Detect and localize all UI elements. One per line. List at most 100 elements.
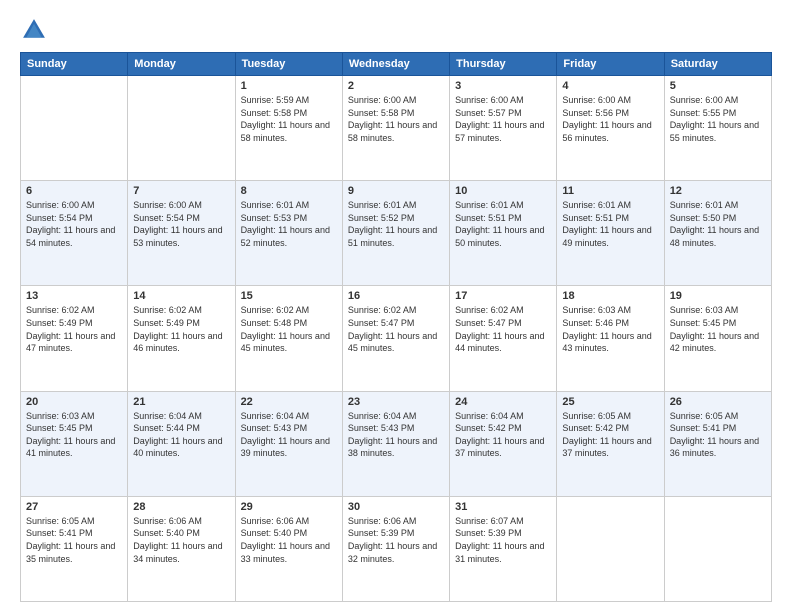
day-number: 20 <box>26 396 122 408</box>
day-number: 17 <box>455 290 551 302</box>
day-number: 19 <box>670 290 766 302</box>
cell-info: Sunrise: 6:04 AM Sunset: 5:43 PM Dayligh… <box>348 410 444 460</box>
calendar-cell: 12Sunrise: 6:01 AM Sunset: 5:50 PM Dayli… <box>664 181 771 286</box>
day-number: 11 <box>562 185 658 197</box>
calendar-cell <box>557 496 664 601</box>
cell-info: Sunrise: 6:02 AM Sunset: 5:48 PM Dayligh… <box>241 304 337 354</box>
calendar-week-4: 27 Sunrise: 6:05 AM Sunset: 5:41 PM Dayli… <box>21 496 772 601</box>
calendar-cell <box>664 496 771 601</box>
cell-info: Sunrise: 5:59 AM Sunset: 5:58 PM Dayligh… <box>241 94 337 144</box>
day-number: 8 <box>241 185 337 197</box>
calendar-cell: 29 Sunrise: 6:06 AM Sunset: 5:40 PM Dayli… <box>235 496 342 601</box>
calendar-cell: 20 Sunrise: 6:03 AM Sunset: 5:45 PM Dayli… <box>21 391 128 496</box>
calendar-cell: 28Sunrise: 6:06 AM Sunset: 5:40 PM Dayli… <box>128 496 235 601</box>
cell-info: Sunrise: 6:01 AM Sunset: 5:51 PM Dayligh… <box>455 199 551 249</box>
day-number: 1 <box>241 80 337 92</box>
day-number: 10 <box>455 185 551 197</box>
day-number: 9 <box>348 185 444 197</box>
calendar-header-row: SundayMondayTuesdayWednesdayThursdayFrid… <box>21 53 772 76</box>
day-number: 24 <box>455 396 551 408</box>
calendar-cell: 15 Sunrise: 6:02 AM Sunset: 5:48 PM Dayli… <box>235 286 342 391</box>
calendar-cell: 25Sunrise: 6:05 AM Sunset: 5:42 PM Dayli… <box>557 391 664 496</box>
day-header-thursday: Thursday <box>450 53 557 76</box>
day-number: 4 <box>562 80 658 92</box>
day-header-sunday: Sunday <box>21 53 128 76</box>
calendar-cell: 21Sunrise: 6:04 AM Sunset: 5:44 PM Dayli… <box>128 391 235 496</box>
day-number: 15 <box>241 290 337 302</box>
day-number: 5 <box>670 80 766 92</box>
calendar-week-3: 20 Sunrise: 6:03 AM Sunset: 5:45 PM Dayli… <box>21 391 772 496</box>
calendar-cell: 31 Sunrise: 6:07 AM Sunset: 5:39 PM Dayli… <box>450 496 557 601</box>
calendar-cell: 3 Sunrise: 6:00 AM Sunset: 5:57 PM Daylig… <box>450 76 557 181</box>
calendar-cell: 23 Sunrise: 6:04 AM Sunset: 5:43 PM Dayli… <box>342 391 449 496</box>
calendar-cell: 22 Sunrise: 6:04 AM Sunset: 5:43 PM Dayli… <box>235 391 342 496</box>
calendar-cell: 18 Sunrise: 6:03 AM Sunset: 5:46 PM Dayli… <box>557 286 664 391</box>
calendar-week-0: 1 Sunrise: 5:59 AM Sunset: 5:58 PM Daylig… <box>21 76 772 181</box>
day-number: 3 <box>455 80 551 92</box>
calendar-cell: 24Sunrise: 6:04 AM Sunset: 5:42 PM Dayli… <box>450 391 557 496</box>
day-header-friday: Friday <box>557 53 664 76</box>
calendar-week-2: 13 Sunrise: 6:02 AM Sunset: 5:49 PM Dayli… <box>21 286 772 391</box>
calendar-cell: 27 Sunrise: 6:05 AM Sunset: 5:41 PM Dayli… <box>21 496 128 601</box>
cell-info: Sunrise: 6:01 AM Sunset: 5:52 PM Dayligh… <box>348 199 444 249</box>
calendar-week-1: 6 Sunrise: 6:00 AM Sunset: 5:54 PM Daylig… <box>21 181 772 286</box>
calendar-cell: 2 Sunrise: 6:00 AM Sunset: 5:58 PM Daylig… <box>342 76 449 181</box>
cell-info: Sunrise: 6:00 AM Sunset: 5:56 PM Dayligh… <box>562 94 658 144</box>
day-number: 18 <box>562 290 658 302</box>
calendar-cell: 17Sunrise: 6:02 AM Sunset: 5:47 PM Dayli… <box>450 286 557 391</box>
day-header-tuesday: Tuesday <box>235 53 342 76</box>
day-number: 25 <box>562 396 658 408</box>
calendar-cell <box>128 76 235 181</box>
day-number: 6 <box>26 185 122 197</box>
calendar-cell: 11 Sunrise: 6:01 AM Sunset: 5:51 PM Dayli… <box>557 181 664 286</box>
cell-info: Sunrise: 6:02 AM Sunset: 5:47 PM Dayligh… <box>348 304 444 354</box>
day-number: 21 <box>133 396 229 408</box>
day-number: 28 <box>133 501 229 513</box>
day-number: 23 <box>348 396 444 408</box>
cell-info: Sunrise: 6:03 AM Sunset: 5:46 PM Dayligh… <box>562 304 658 354</box>
cell-info: Sunrise: 6:00 AM Sunset: 5:58 PM Dayligh… <box>348 94 444 144</box>
day-number: 31 <box>455 501 551 513</box>
calendar-cell: 1 Sunrise: 5:59 AM Sunset: 5:58 PM Daylig… <box>235 76 342 181</box>
day-header-wednesday: Wednesday <box>342 53 449 76</box>
cell-info: Sunrise: 6:05 AM Sunset: 5:41 PM Dayligh… <box>670 410 766 460</box>
header <box>20 16 772 44</box>
calendar-cell: 5 Sunrise: 6:00 AM Sunset: 5:55 PM Daylig… <box>664 76 771 181</box>
calendar-cell: 13Sunrise: 6:02 AM Sunset: 5:49 PM Dayli… <box>21 286 128 391</box>
cell-info: Sunrise: 6:01 AM Sunset: 5:51 PM Dayligh… <box>562 199 658 249</box>
calendar-cell: 19 Sunrise: 6:03 AM Sunset: 5:45 PM Dayli… <box>664 286 771 391</box>
cell-info: Sunrise: 6:02 AM Sunset: 5:49 PM Dayligh… <box>133 304 229 354</box>
calendar-table: SundayMondayTuesdayWednesdayThursdayFrid… <box>20 52 772 602</box>
cell-info: Sunrise: 6:05 AM Sunset: 5:41 PM Dayligh… <box>26 515 122 565</box>
cell-info: Sunrise: 6:06 AM Sunset: 5:39 PM Dayligh… <box>348 515 444 565</box>
cell-info: Sunrise: 6:00 AM Sunset: 5:55 PM Dayligh… <box>670 94 766 144</box>
cell-info: Sunrise: 6:04 AM Sunset: 5:43 PM Dayligh… <box>241 410 337 460</box>
calendar-cell <box>21 76 128 181</box>
calendar-cell: 14Sunrise: 6:02 AM Sunset: 5:49 PM Dayli… <box>128 286 235 391</box>
day-header-monday: Monday <box>128 53 235 76</box>
day-number: 12 <box>670 185 766 197</box>
day-number: 27 <box>26 501 122 513</box>
day-number: 30 <box>348 501 444 513</box>
cell-info: Sunrise: 6:07 AM Sunset: 5:39 PM Dayligh… <box>455 515 551 565</box>
cell-info: Sunrise: 6:00 AM Sunset: 5:57 PM Dayligh… <box>455 94 551 144</box>
calendar-cell: 26 Sunrise: 6:05 AM Sunset: 5:41 PM Dayli… <box>664 391 771 496</box>
day-number: 2 <box>348 80 444 92</box>
cell-info: Sunrise: 6:06 AM Sunset: 5:40 PM Dayligh… <box>241 515 337 565</box>
calendar-cell: 30 Sunrise: 6:06 AM Sunset: 5:39 PM Dayli… <box>342 496 449 601</box>
day-number: 22 <box>241 396 337 408</box>
calendar-cell: 9 Sunrise: 6:01 AM Sunset: 5:52 PM Daylig… <box>342 181 449 286</box>
cell-info: Sunrise: 6:03 AM Sunset: 5:45 PM Dayligh… <box>26 410 122 460</box>
day-number: 29 <box>241 501 337 513</box>
cell-info: Sunrise: 6:01 AM Sunset: 5:53 PM Dayligh… <box>241 199 337 249</box>
cell-info: Sunrise: 6:03 AM Sunset: 5:45 PM Dayligh… <box>670 304 766 354</box>
cell-info: Sunrise: 6:00 AM Sunset: 5:54 PM Dayligh… <box>133 199 229 249</box>
day-number: 16 <box>348 290 444 302</box>
calendar-cell: 6Sunrise: 6:00 AM Sunset: 5:54 PM Daylig… <box>21 181 128 286</box>
day-number: 13 <box>26 290 122 302</box>
day-number: 26 <box>670 396 766 408</box>
calendar-cell: 8 Sunrise: 6:01 AM Sunset: 5:53 PM Daylig… <box>235 181 342 286</box>
page: SundayMondayTuesdayWednesdayThursdayFrid… <box>0 0 792 612</box>
calendar-cell: 16 Sunrise: 6:02 AM Sunset: 5:47 PM Dayli… <box>342 286 449 391</box>
logo-icon <box>20 16 48 44</box>
